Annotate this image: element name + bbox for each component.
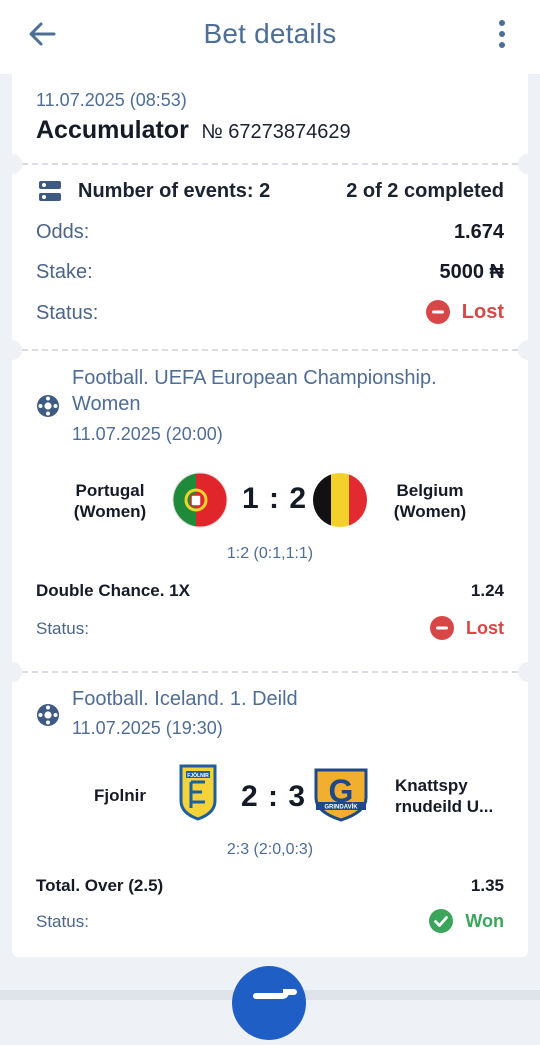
event-title: Football. Iceland. 1. Deild — [72, 688, 298, 710]
event-status-value: Won — [465, 910, 504, 931]
football-icon — [37, 704, 59, 726]
divider — [22, 671, 518, 673]
portugal-flag-icon — [172, 472, 228, 528]
event-status-label: Status: — [36, 619, 89, 638]
home-team-name: Portugal (Women) — [60, 480, 160, 522]
home-team-name: Fjolnir — [94, 786, 146, 805]
list-toggle-icon — [39, 181, 61, 201]
market-odds: 1.24 — [470, 581, 504, 600]
minus-circle-icon — [430, 616, 454, 640]
event-status-badge: Won — [429, 909, 504, 933]
event-status-value: Lost — [466, 617, 504, 638]
divider — [22, 163, 518, 165]
status-label: Status: — [36, 302, 99, 324]
team-name-line: rnudeild U... — [395, 797, 494, 816]
team-name-line: (Women) — [73, 502, 147, 521]
more-vertical-icon[interactable] — [494, 18, 510, 50]
match-score: 2 : 3 — [241, 780, 307, 813]
ticket-notch — [518, 340, 538, 360]
event-datetime: 11.07.2025 (20:00) — [72, 424, 223, 444]
page-title: Bet details — [203, 18, 337, 49]
stake-value: 5000 ₦ — [439, 261, 505, 283]
event-title: Football. UEFA European Championship. Wo… — [72, 365, 437, 417]
bet-number: № 67273874629 — [201, 121, 351, 143]
event-title-line: Football. UEFA European Championship. — [72, 367, 437, 389]
completed-count: 2 of 2 completed — [346, 180, 504, 202]
odds-label: Odds: — [36, 221, 90, 243]
check-circle-icon — [429, 909, 454, 933]
away-team-name: Knattspy rnudeild U... — [395, 775, 505, 817]
market-name: Double Chance. 1X — [36, 581, 190, 600]
odds-value: 1.674 — [453, 221, 504, 243]
ticket-notch — [2, 662, 22, 682]
events-count: Number of events: 2 — [78, 180, 271, 202]
event-title-line: Women — [72, 393, 141, 415]
bet-slip-button[interactable] — [232, 966, 306, 1040]
team-name-line: Belgium — [396, 481, 464, 500]
team-name-line: Knattspy — [395, 776, 468, 795]
away-team-name: Belgium (Women) — [380, 480, 480, 522]
event-datetime: 11.07.2025 (19:30) — [72, 718, 223, 738]
ticket-notch — [2, 154, 22, 174]
stake-label: Stake: — [36, 261, 93, 283]
market-name: Total. Over (2.5) — [36, 876, 164, 895]
football-icon — [37, 395, 59, 417]
bet-type: Accumulator — [36, 116, 189, 144]
arrow-left-icon[interactable] — [26, 18, 58, 50]
ticket-notch — [2, 340, 22, 360]
team-name-line: Portugal — [75, 481, 145, 500]
fjolnir-logo: FJÖLNIR — [179, 764, 217, 821]
event-card: Football. Iceland. 1. Deild 11.07.2025 (… — [2, 662, 538, 957]
event-status-badge: Lost — [430, 616, 504, 640]
ticket-notch — [518, 662, 538, 682]
score-detail: 1:2 (0:1,1:1) — [226, 545, 314, 562]
match-score: 1 : 2 — [242, 482, 308, 515]
app-header: Bet details — [0, 0, 540, 74]
bet-datetime: 11.07.2025 (08:53) — [36, 90, 187, 110]
status-value: Lost — [461, 300, 504, 323]
bet-heading: Accumulator № 67273874629 — [36, 116, 351, 145]
market-odds: 1.35 — [470, 876, 504, 895]
score-detail: 2:3 (2:0,0:3) — [226, 841, 314, 858]
event-status-label: Status: — [36, 912, 89, 931]
grindavik-logo: G GRINDAVÍK — [314, 768, 368, 822]
ticket-icon — [253, 989, 297, 999]
svg-text:FJÖLNIR: FJÖLNIR — [187, 772, 209, 779]
status-badge: Lost — [425, 300, 504, 324]
svg-text:GRINDAVÍK: GRINDAVÍK — [324, 803, 358, 811]
divider — [22, 349, 518, 351]
team-name-line: (Women) — [393, 502, 467, 521]
minus-circle-icon — [425, 300, 450, 324]
belgium-flag-icon — [313, 473, 367, 527]
ticket-notch — [518, 154, 538, 174]
